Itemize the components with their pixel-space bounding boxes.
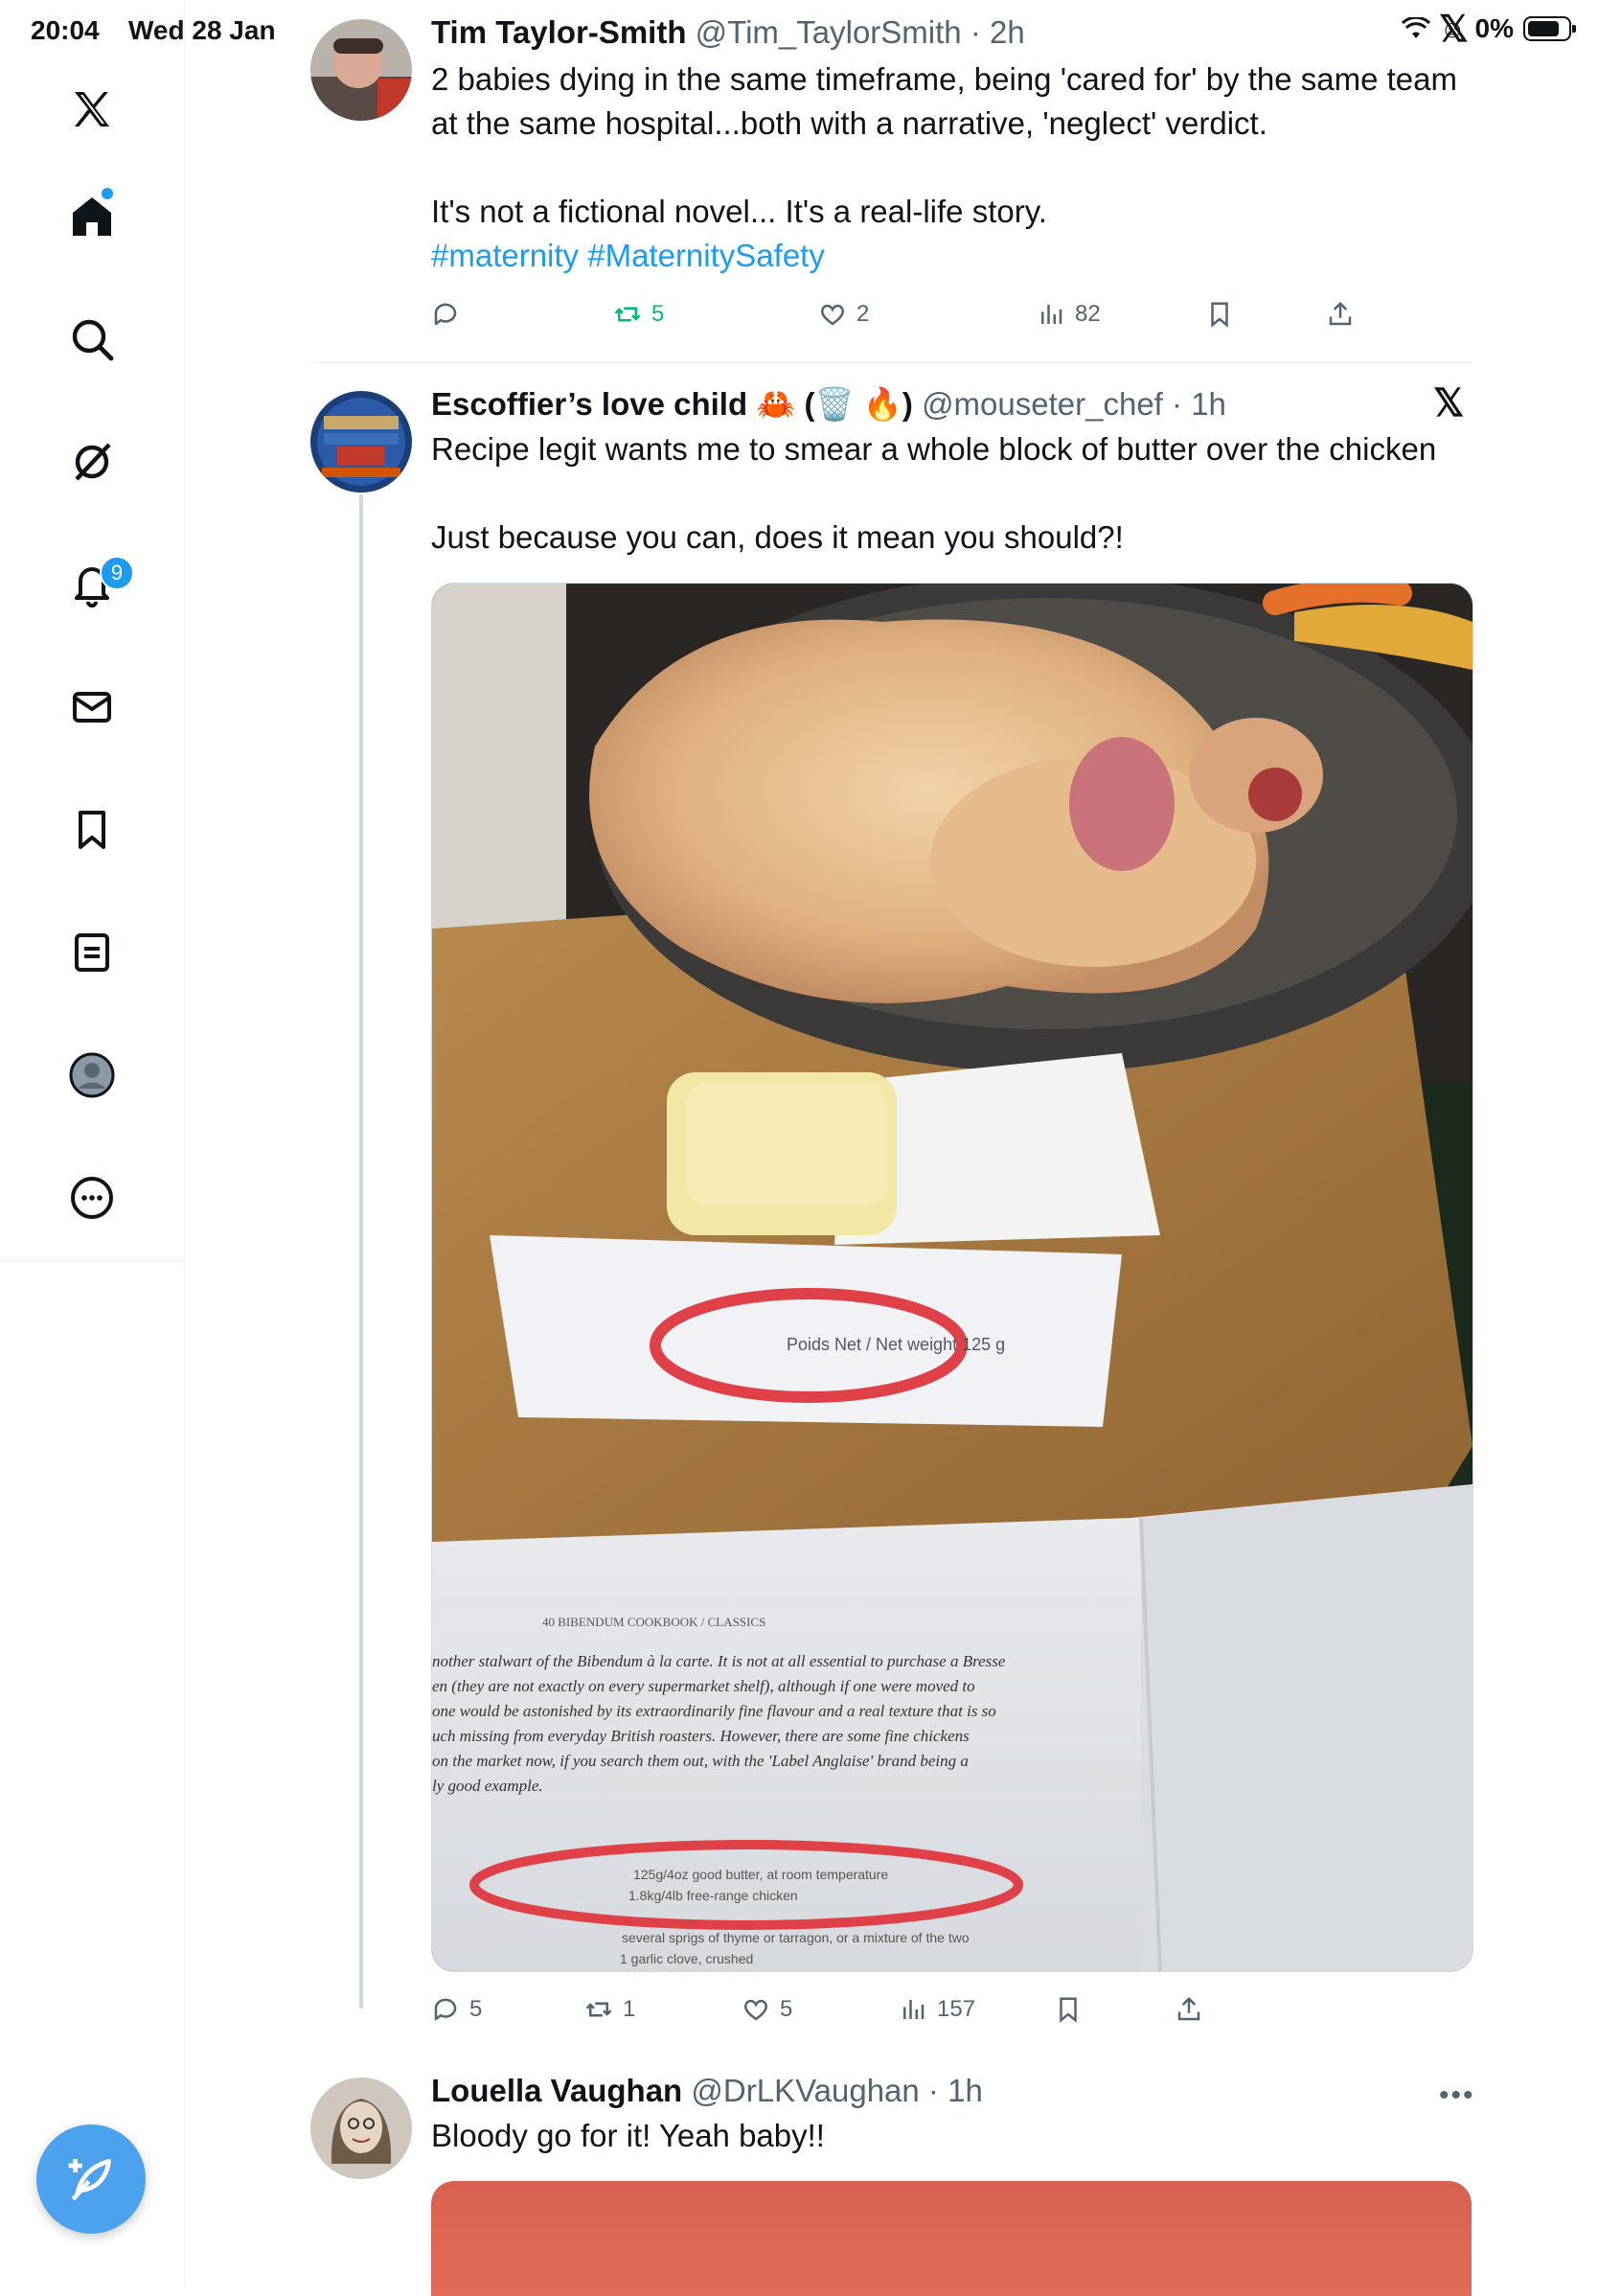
like-count: 5 xyxy=(780,1996,793,2022)
tweet-text-line: Just because you can, does it mean you s… xyxy=(431,519,1124,555)
messages-envelope-icon[interactable] xyxy=(63,678,121,736)
x-logo-overlay-icon: 𝕏 xyxy=(1439,10,1469,50)
chicken-and-cookbook-photo: Poids Net / Net weight 125 g 40 BIBENDUM… xyxy=(432,584,1472,1971)
cookbook-text-line: on the market now, if you search them ou… xyxy=(432,1752,969,1770)
tweet-content: Escoffier’s love child 🦀 (🗑️ 🔥) @mousete… xyxy=(431,385,1472,560)
retweet-button[interactable]: 1 xyxy=(584,1995,635,2024)
battery-percent: 0% xyxy=(1474,13,1514,43)
retweet-count: 5 xyxy=(651,301,665,327)
retweet-count: 1 xyxy=(623,1996,636,2022)
reply-button[interactable]: 5 xyxy=(431,1995,482,2024)
lists-icon[interactable] xyxy=(63,924,121,981)
notification-count-badge: 9 xyxy=(100,556,134,590)
views-button[interactable]: 157 xyxy=(899,1995,975,2024)
tweet-header: Louella Vaughan @DrLKVaughan · 1h xyxy=(431,2073,983,2108)
retweet-icon xyxy=(585,2002,612,2017)
avatar[interactable] xyxy=(310,391,412,493)
reply-button[interactable] xyxy=(431,300,469,329)
home-unread-dot xyxy=(102,188,113,199)
profile-avatar-icon[interactable] xyxy=(63,1046,121,1104)
tweet-time[interactable]: 1h xyxy=(1191,386,1226,422)
bookmark-button[interactable] xyxy=(1054,1995,1083,2024)
heart-icon xyxy=(821,304,844,326)
bookmark-button[interactable] xyxy=(1205,300,1234,329)
analytics-icon xyxy=(903,2000,925,2019)
like-button[interactable]: 5 xyxy=(742,1995,792,2024)
grok-icon[interactable] xyxy=(63,433,121,491)
reply-count: 5 xyxy=(469,1996,483,2022)
search-icon[interactable] xyxy=(63,310,121,368)
more-options-icon[interactable]: ••• xyxy=(1439,2079,1475,2112)
view-count: 82 xyxy=(1075,301,1101,327)
tweet-time[interactable]: 1h xyxy=(947,2073,983,2108)
sidebar-divider xyxy=(0,1261,184,1262)
share-button[interactable] xyxy=(1175,1995,1203,2024)
avatar[interactable] xyxy=(310,2078,412,2179)
view-count: 157 xyxy=(937,1996,976,2022)
tweet-time[interactable]: 2h xyxy=(990,14,1025,50)
share-icon xyxy=(1177,1996,1200,2021)
author-handle[interactable]: @Tim_TaylorSmith xyxy=(696,14,962,50)
tweet-text-line: Recipe legit wants me to smear a whole b… xyxy=(431,431,1437,467)
tweet-header: Escoffier’s love child 🦀 (🗑️ 🔥) @mousete… xyxy=(431,386,1226,422)
feather-plus-icon xyxy=(68,2159,111,2201)
heart-icon xyxy=(744,1999,767,2021)
reply-icon xyxy=(434,1998,457,2021)
thread-connector-line xyxy=(359,494,363,2009)
bookmarks-icon[interactable] xyxy=(63,801,121,859)
tweet-text-line: It's not a fictional novel... It's a rea… xyxy=(431,194,1047,229)
analytics-icon xyxy=(1041,305,1062,324)
ingredient-line: 1 garlic clove, crushed xyxy=(620,1951,753,1966)
ingredient-line: 125g/4oz good butter, at room temperatur… xyxy=(633,1867,888,1882)
tweet-text: Bloody go for it! Yeah baby!! xyxy=(431,2114,1472,2158)
cookbook-text-line: uch missing from everyday British roaste… xyxy=(432,1727,970,1745)
like-button[interactable]: 2 xyxy=(818,300,869,329)
author-name[interactable]: Louella Vaughan xyxy=(431,2073,682,2108)
tweet-actions: 5 2 82 xyxy=(431,295,1352,333)
butter-weight-label: Poids Net / Net weight 125 g xyxy=(787,1335,1005,1354)
hashtags-link[interactable]: #maternity #MaternitySafety xyxy=(431,234,1472,278)
cookbook-page-header: 40 BIBENDUM COOKBOOK / CLASSICS xyxy=(542,1615,765,1629)
tweet-media-image[interactable]: Poids Net / Net weight 125 g 40 BIBENDUM… xyxy=(431,583,1473,1972)
author-name[interactable]: Escoffier’s love child xyxy=(431,386,747,422)
tweet-text: 2 babies dying in the same timeframe, be… xyxy=(431,57,1472,278)
ingredient-line: several sprigs of thyme or tarragon, or … xyxy=(622,1930,970,1945)
author-handle[interactable]: @DrLKVaughan xyxy=(691,2073,919,2108)
cookbook-text-line: ly good example. xyxy=(432,1777,543,1795)
avatar[interactable] xyxy=(310,19,412,121)
reply-icon xyxy=(434,303,457,326)
tweet-actions: 5 1 5 157 xyxy=(431,1990,1351,2029)
tweet-text: Recipe legit wants me to smear a whole b… xyxy=(431,427,1472,560)
cookbook-text-line: en (they are not exactly on every superm… xyxy=(432,1677,975,1695)
like-count: 2 xyxy=(856,301,870,327)
tweet-separator xyxy=(310,362,1472,363)
bookmark-icon xyxy=(1060,1997,1077,2023)
tweet-text-line: Bloody go for it! Yeah baby!! xyxy=(431,2118,825,2153)
bookmark-icon xyxy=(1211,302,1228,328)
tweet-content: Tim Taylor-Smith @Tim_TaylorSmith · 2h 2… xyxy=(431,13,1472,278)
tweet-media-image[interactable] xyxy=(431,2181,1472,2296)
sidebar: 9 xyxy=(0,0,185,2288)
share-button[interactable] xyxy=(1326,300,1355,329)
author-handle[interactable]: @mouseter_chef xyxy=(922,386,1163,422)
share-icon xyxy=(1329,301,1352,326)
x-logo-icon[interactable] xyxy=(63,80,121,138)
retweet-icon xyxy=(614,307,641,322)
author-name[interactable]: Tim Taylor-Smith xyxy=(431,14,686,50)
tweet-text-line: 2 babies dying in the same timeframe, be… xyxy=(431,61,1457,141)
author-name-emoji: 🦀 (🗑️ 🔥) xyxy=(756,386,913,422)
grok-x-icon[interactable]: 𝕏 xyxy=(1433,381,1464,425)
cookbook-text-line: one would be astonished by its extraordi… xyxy=(432,1702,996,1720)
more-options-icon[interactable] xyxy=(63,1169,121,1227)
timeline-feed: Tim Taylor-Smith @Tim_TaylorSmith · 2h 2… xyxy=(310,0,1475,2296)
battery-icon xyxy=(1523,16,1576,41)
tweet-content: Louella Vaughan @DrLKVaughan · 1h Bloody… xyxy=(431,2072,1472,2158)
tweet-header: Tim Taylor-Smith @Tim_TaylorSmith · 2h xyxy=(431,14,1025,50)
cookbook-text-line: nother stalwart of the Bibendum à la car… xyxy=(432,1652,1006,1670)
views-button[interactable]: 82 xyxy=(1037,300,1101,329)
ingredient-line: 1.8kg/4lb free-range chicken xyxy=(628,1888,798,1903)
compose-post-button[interactable] xyxy=(36,2124,146,2234)
retweet-button[interactable]: 5 xyxy=(613,300,664,329)
